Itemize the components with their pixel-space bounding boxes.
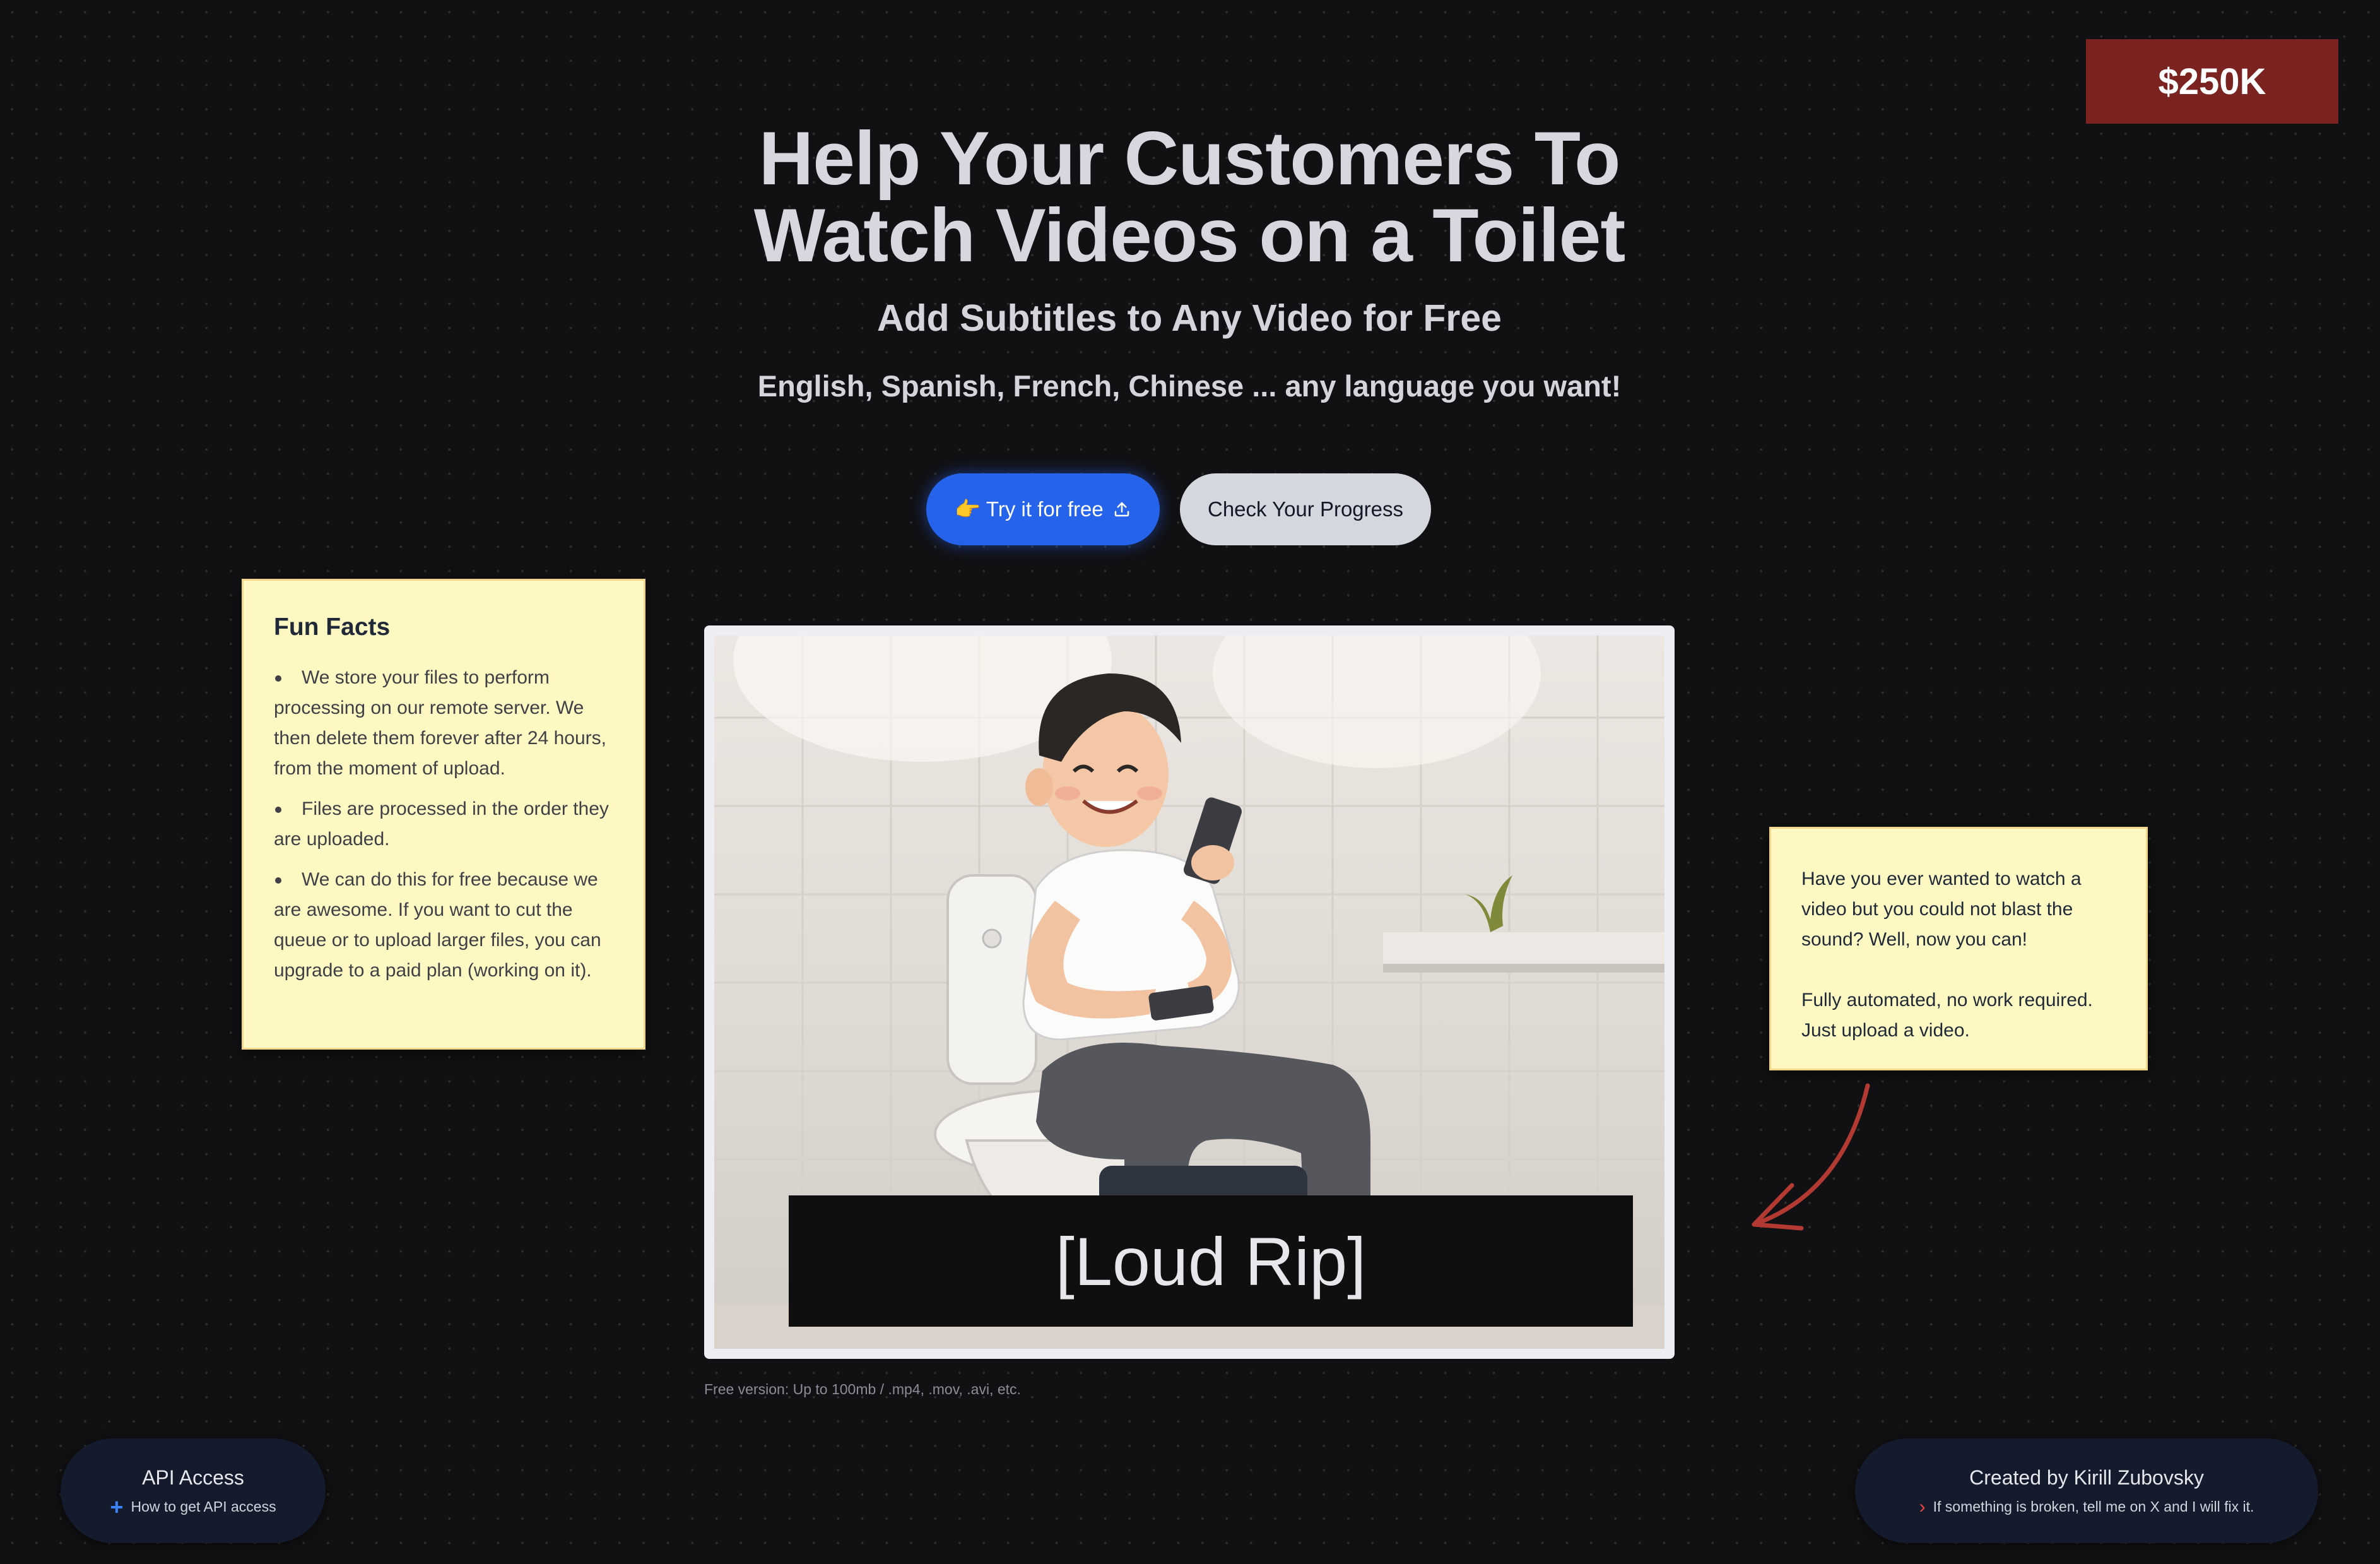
report-issue-link[interactable]: › If something is broken, tell me on X a… <box>1919 1496 2254 1517</box>
check-progress-button[interactable]: Check Your Progress <box>1180 473 1431 545</box>
plus-icon: + <box>110 1493 124 1520</box>
creator-credit-title: Created by Kirill Zubovsky <box>1969 1466 2204 1489</box>
hero-subtitle: Add Subtitles to Any Video for Free <box>877 297 1502 339</box>
report-issue-label: If something is broken, tell me on X and… <box>1933 1498 2254 1515</box>
api-access-link[interactable]: + How to get API access <box>110 1493 276 1520</box>
fun-facts-title: Fun Facts <box>274 613 391 641</box>
callout-note: Have you ever wanted to watch a video bu… <box>1769 827 2148 1070</box>
demo-video-player[interactable]: [Loud Rip] <box>704 625 1675 1359</box>
demo-video-frame: [Loud Rip] <box>714 636 1664 1349</box>
hero-title-line-1: Help Your Customers To <box>758 116 1621 201</box>
curved-arrow-icon <box>1752 1083 1870 1231</box>
creator-credit-card[interactable]: Created by Kirill Zubovsky › If somethin… <box>1855 1438 2318 1543</box>
chevron-right-icon: › <box>1919 1496 1926 1517</box>
fun-fact-item: We store your files to perform processin… <box>274 663 613 784</box>
callout-paragraph-1: Have you ever wanted to watch a video bu… <box>1801 868 2082 950</box>
fun-fact-item: We can do this for free because we are a… <box>274 865 613 986</box>
try-for-free-button[interactable]: 👉 Try it for free <box>926 473 1160 545</box>
upload-limits-note: Free version: Up to 100mb / .mp4, .mov, … <box>704 1381 1021 1397</box>
callout-paragraph-2: Fully automated, no work required. Just … <box>1801 990 2093 1041</box>
api-access-card[interactable]: API Access + How to get API access <box>61 1438 326 1543</box>
hero-languages: English, Spanish, French, Chinese ... an… <box>757 369 1622 403</box>
hero-title-line-2: Watch Videos on a Toilet <box>753 193 1626 278</box>
subtitle-caption-text: [Loud Rip] <box>1055 1223 1367 1300</box>
fun-facts-note: Fun Facts We store your files to perform… <box>242 579 645 1050</box>
fun-facts-list: We store your files to perform processin… <box>274 663 613 986</box>
upload-icon <box>1112 500 1131 519</box>
try-for-free-label: 👉 Try it for free <box>955 497 1104 521</box>
hero-title: Help Your Customers To Watch Videos on a… <box>631 120 1748 274</box>
valuation-badge-label: $250K <box>2158 61 2266 102</box>
valuation-badge: $250K <box>2086 39 2338 124</box>
api-access-title: API Access <box>142 1466 244 1489</box>
fun-fact-item: Files are processed in the order they ar… <box>274 794 613 855</box>
subtitle-caption: [Loud Rip] <box>789 1195 1633 1327</box>
check-progress-label: Check Your Progress <box>1207 497 1403 521</box>
api-access-link-label: How to get API access <box>131 1498 276 1515</box>
